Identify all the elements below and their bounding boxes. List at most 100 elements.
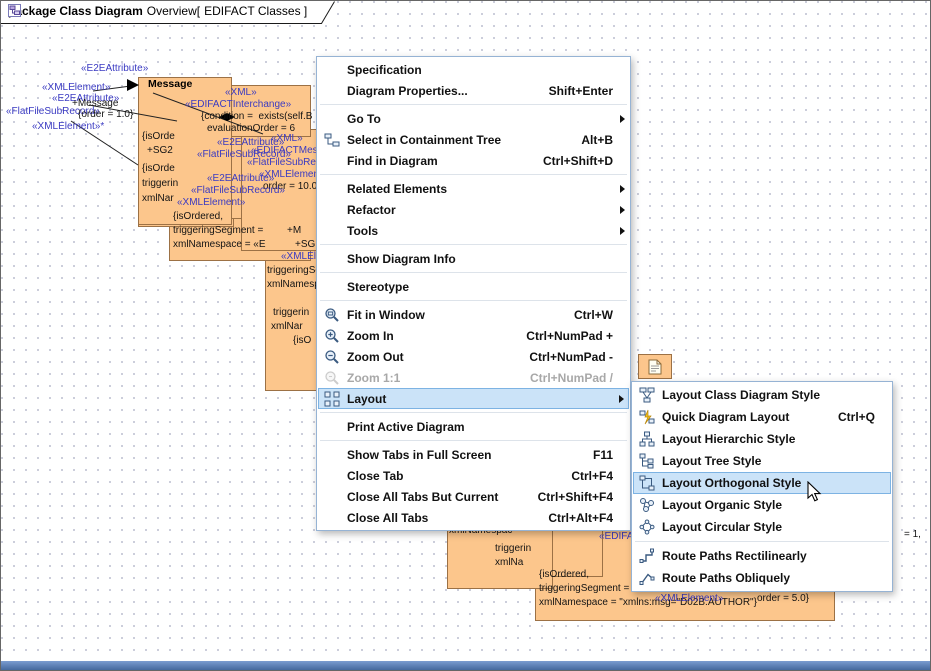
diagram-element-note[interactable] bbox=[638, 354, 672, 379]
menu-item-refactor[interactable]: Refactor bbox=[318, 199, 629, 220]
diagram-text: {isOrde bbox=[142, 163, 175, 174]
diagram-text: «XMLElement» bbox=[655, 593, 723, 604]
diagram-text: order = 5.0} bbox=[757, 593, 809, 604]
menu-separator bbox=[318, 269, 629, 276]
menu-item-label: Print Active Diagram bbox=[347, 420, 465, 434]
menu-item-shortcut: Ctrl+Shift+D bbox=[529, 154, 613, 168]
menu-item-route-paths-rectilinearly[interactable]: Route Paths Rectilinearly bbox=[633, 545, 891, 567]
menu-separator bbox=[318, 241, 629, 248]
menu-item-layout-organic-style[interactable]: Layout Organic Style bbox=[633, 494, 891, 516]
menu-item-select-in-containment-tree[interactable]: Select in Containment TreeAlt+B bbox=[318, 129, 629, 150]
submenu-arrow-icon bbox=[613, 227, 625, 235]
menu-item-layout-orthogonal-style[interactable]: Layout Orthogonal Style bbox=[633, 472, 891, 494]
menu-item-zoom-in[interactable]: Zoom InCtrl+NumPad + bbox=[318, 325, 629, 346]
menu-item-show-diagram-info[interactable]: Show Diagram Info bbox=[318, 248, 629, 269]
menu-item-label: Layout Circular Style bbox=[662, 520, 782, 534]
menu-item-diagram-properties[interactable]: Diagram Properties... Shift+Enter bbox=[318, 80, 629, 101]
tab-title-diagram: EDIFACT Classes ] bbox=[204, 4, 307, 18]
menu-separator bbox=[318, 409, 629, 416]
menu-item-label: Show Diagram Info bbox=[347, 252, 456, 266]
menu-item-label: Stereotype bbox=[347, 280, 409, 294]
menu-item-layout-class-diagram-style[interactable]: Layout Class Diagram Style bbox=[633, 384, 891, 406]
menu-item-layout[interactable]: Layout bbox=[318, 388, 629, 409]
menu-item-zoom-out[interactable]: Zoom Out Ctrl+NumPad - bbox=[318, 346, 629, 367]
diagram-text: xmlNa bbox=[495, 557, 523, 568]
menu-item-find-in-diagram[interactable]: Find in DiagramCtrl+Shift+D bbox=[318, 150, 629, 171]
menu-item-label: Route Paths Obliquely bbox=[662, 571, 790, 585]
diagram-text: «FlatFileSubRecord» bbox=[191, 185, 285, 196]
diagram-text: +Message bbox=[72, 98, 118, 109]
layout-organic-icon bbox=[635, 497, 659, 513]
layout-quick-icon bbox=[635, 409, 659, 425]
diagram-text: xmlNamespace = "xmlns:msg="D02B.AUTHOR"} bbox=[539, 597, 757, 608]
menu-item-shortcut: Ctrl+Q bbox=[824, 410, 875, 424]
menu-item-label: Quick Diagram Layout bbox=[662, 410, 789, 424]
menu-item-label: Layout bbox=[347, 392, 386, 406]
diagram-text: {isOrde bbox=[142, 131, 175, 142]
menu-item-label: Layout Organic Style bbox=[662, 498, 782, 512]
menu-item-label: Tools bbox=[347, 224, 378, 238]
menu-item-tools[interactable]: Tools bbox=[318, 220, 629, 241]
submenu-arrow-icon bbox=[613, 115, 625, 123]
menu-item-shortcut: Ctrl+Alt+F4 bbox=[534, 511, 613, 525]
menu-item-related-elements[interactable]: Related Elements bbox=[318, 178, 629, 199]
menu-item-show-tabs-in-full-screen[interactable]: Show Tabs in Full ScreenF11 bbox=[318, 444, 629, 465]
menu-item-label: Zoom Out bbox=[347, 350, 404, 364]
diagram-text: xmlNar bbox=[142, 193, 174, 204]
diagram-text: «EDIFACTInterchange» bbox=[185, 99, 291, 110]
diagram-text: «XMLElement» bbox=[177, 197, 245, 208]
application-window: «E2EAttribute»«XMLElement»«E2EAttribute»… bbox=[0, 0, 931, 671]
diagram-text: triggerin bbox=[273, 307, 309, 318]
layout-hierarchic-icon bbox=[635, 431, 659, 447]
menu-item-close-all-tabs-but-current[interactable]: Close All Tabs But CurrentCtrl+Shift+F4 bbox=[318, 486, 629, 507]
diagram-tab[interactable]: package Class Diagram Overview[ EDIFACT … bbox=[1, 1, 341, 25]
menu-item-route-paths-obliquely[interactable]: Route Paths Obliquely bbox=[633, 567, 891, 589]
layout-circular-icon bbox=[635, 519, 659, 535]
menu-item-stereotype[interactable]: Stereotype bbox=[318, 276, 629, 297]
menu-item-label: Zoom In bbox=[347, 329, 394, 343]
diagram-text: Message bbox=[148, 79, 192, 90]
menu-item-layout-circular-style[interactable]: Layout Circular Style bbox=[633, 516, 891, 538]
menu-item-label: Layout Class Diagram Style bbox=[662, 388, 820, 402]
diagram-text: «FlatFileSubRecord» bbox=[197, 149, 291, 160]
layout-grid-icon bbox=[320, 391, 344, 407]
menu-item-label: Go To bbox=[347, 112, 381, 126]
layout-submenu: Layout Class Diagram Style Quick Diagram … bbox=[631, 381, 893, 592]
menu-item-shortcut: Ctrl+W bbox=[560, 308, 613, 322]
menu-item-zoom-1-1[interactable]: Zoom 1:1Ctrl+NumPad / bbox=[318, 367, 629, 388]
menu-item-label: Related Elements bbox=[347, 182, 447, 196]
menu-item-label: Close Tab bbox=[347, 469, 403, 483]
submenu-arrow-icon bbox=[613, 206, 625, 214]
diagram-text: xmlNar bbox=[271, 321, 303, 332]
menu-item-shortcut: Ctrl+NumPad - bbox=[515, 350, 613, 364]
window-bottom-edge bbox=[1, 661, 930, 670]
diagram-text: {isOrdered, bbox=[173, 211, 223, 222]
submenu-arrow-icon bbox=[612, 395, 624, 403]
menu-item-shortcut: Shift+Enter bbox=[535, 84, 613, 98]
diagram-text: triggerin bbox=[142, 178, 178, 189]
zoom-out-icon bbox=[320, 349, 344, 365]
menu-item-quick-diagram-layout[interactable]: Quick Diagram Layout Ctrl+Q bbox=[633, 406, 891, 428]
menu-item-label: Layout Tree Style bbox=[662, 454, 761, 468]
menu-item-fit-in-window[interactable]: Fit in Window Ctrl+W bbox=[318, 304, 629, 325]
menu-item-close-all-tabs[interactable]: Close All TabsCtrl+Alt+F4 bbox=[318, 507, 629, 528]
menu-item-close-tab[interactable]: Close TabCtrl+F4 bbox=[318, 465, 629, 486]
menu-item-label: Diagram Properties... bbox=[347, 84, 468, 98]
containment-tree-icon bbox=[320, 132, 344, 148]
menu-item-layout-tree-style[interactable]: Layout Tree Style bbox=[633, 450, 891, 472]
diagram-text: «E2EAttribute» bbox=[207, 173, 274, 184]
menu-item-label: Fit in Window bbox=[347, 308, 425, 322]
diagram-text: «XMLElement» bbox=[42, 82, 110, 93]
diagram-text: +SG2 bbox=[147, 145, 173, 156]
diagram-text: = 1, bbox=[904, 529, 921, 540]
menu-item-label: Zoom 1:1 bbox=[347, 371, 400, 385]
menu-separator bbox=[633, 538, 891, 545]
menu-item-print-active-diagram[interactable]: Print Active Diagram bbox=[318, 416, 629, 437]
menu-item-layout-hierarchic-style[interactable]: Layout Hierarchic Style bbox=[633, 428, 891, 450]
menu-item-label: Refactor bbox=[347, 203, 396, 217]
diagram-text: {order = 1.0} bbox=[78, 109, 133, 120]
menu-item-shortcut: Alt+B bbox=[567, 133, 613, 147]
layout-class-icon bbox=[635, 387, 659, 403]
menu-item-go-to[interactable]: Go To bbox=[318, 108, 629, 129]
menu-item-specification[interactable]: Specification bbox=[318, 59, 629, 80]
